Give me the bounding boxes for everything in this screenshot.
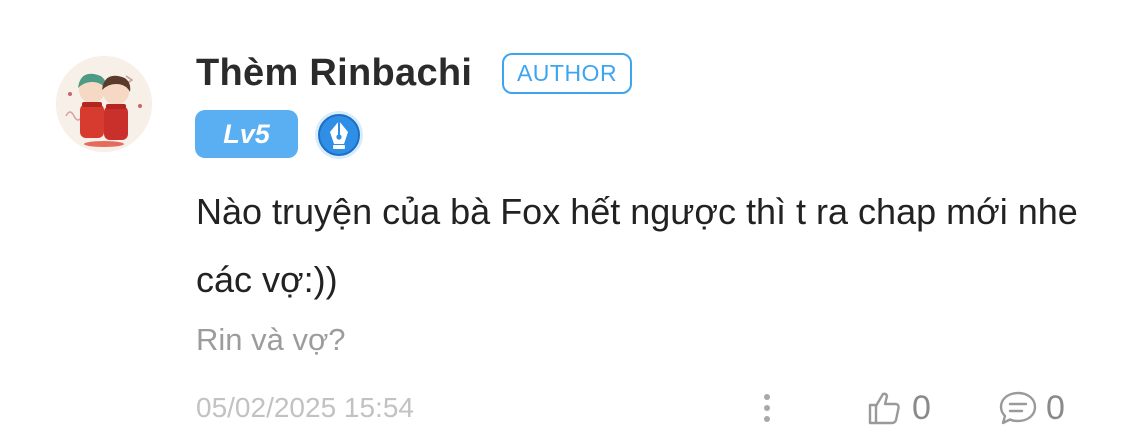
username[interactable]: Thèm Rinbachi <box>196 50 472 96</box>
like-button[interactable]: 0 <box>866 386 931 430</box>
thumbs-up-icon <box>868 392 900 425</box>
avatar[interactable] <box>56 56 152 152</box>
reply-preview[interactable]: Rin và vợ? <box>196 318 346 362</box>
comment-timestamp: 05/02/2025 15:54 <box>196 392 414 423</box>
reply-button[interactable]: 0 <box>998 386 1065 430</box>
level-badge: Lv5 <box>195 110 298 158</box>
avatar-image <box>56 56 152 152</box>
author-badge: AUTHOR <box>502 53 632 94</box>
fountain-pen-icon <box>314 110 364 160</box>
comment-text: Nào truyện của bà Fox hết ngược thì t ra… <box>196 191 1078 300</box>
more-vertical-icon[interactable] <box>752 388 782 428</box>
chat-bubble-icon <box>999 391 1037 425</box>
reply-count: 0 <box>1046 389 1065 427</box>
like-count: 0 <box>912 389 931 427</box>
